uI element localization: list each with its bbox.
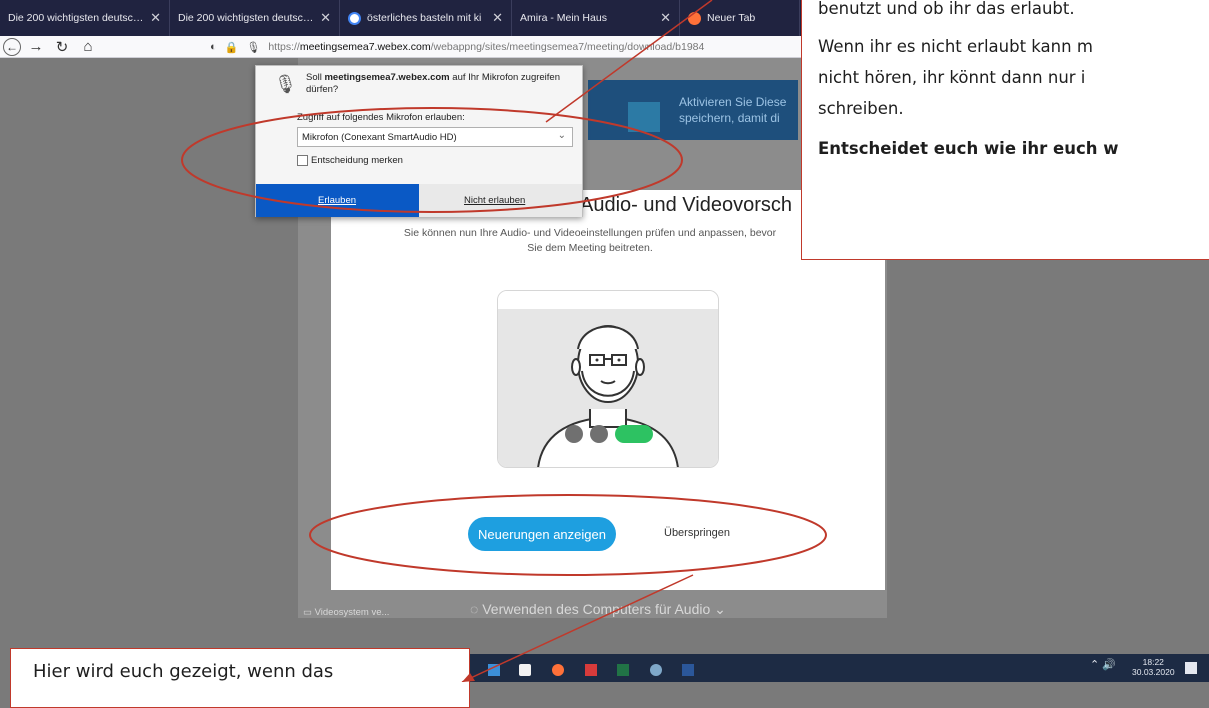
- highlight-ellipse-permission: [181, 107, 683, 213]
- annotation-overlay: [181, 0, 827, 682]
- highlight-ellipse-buttons: [309, 494, 827, 576]
- pointer-line: [461, 574, 694, 682]
- pointer-line: [545, 0, 713, 123]
